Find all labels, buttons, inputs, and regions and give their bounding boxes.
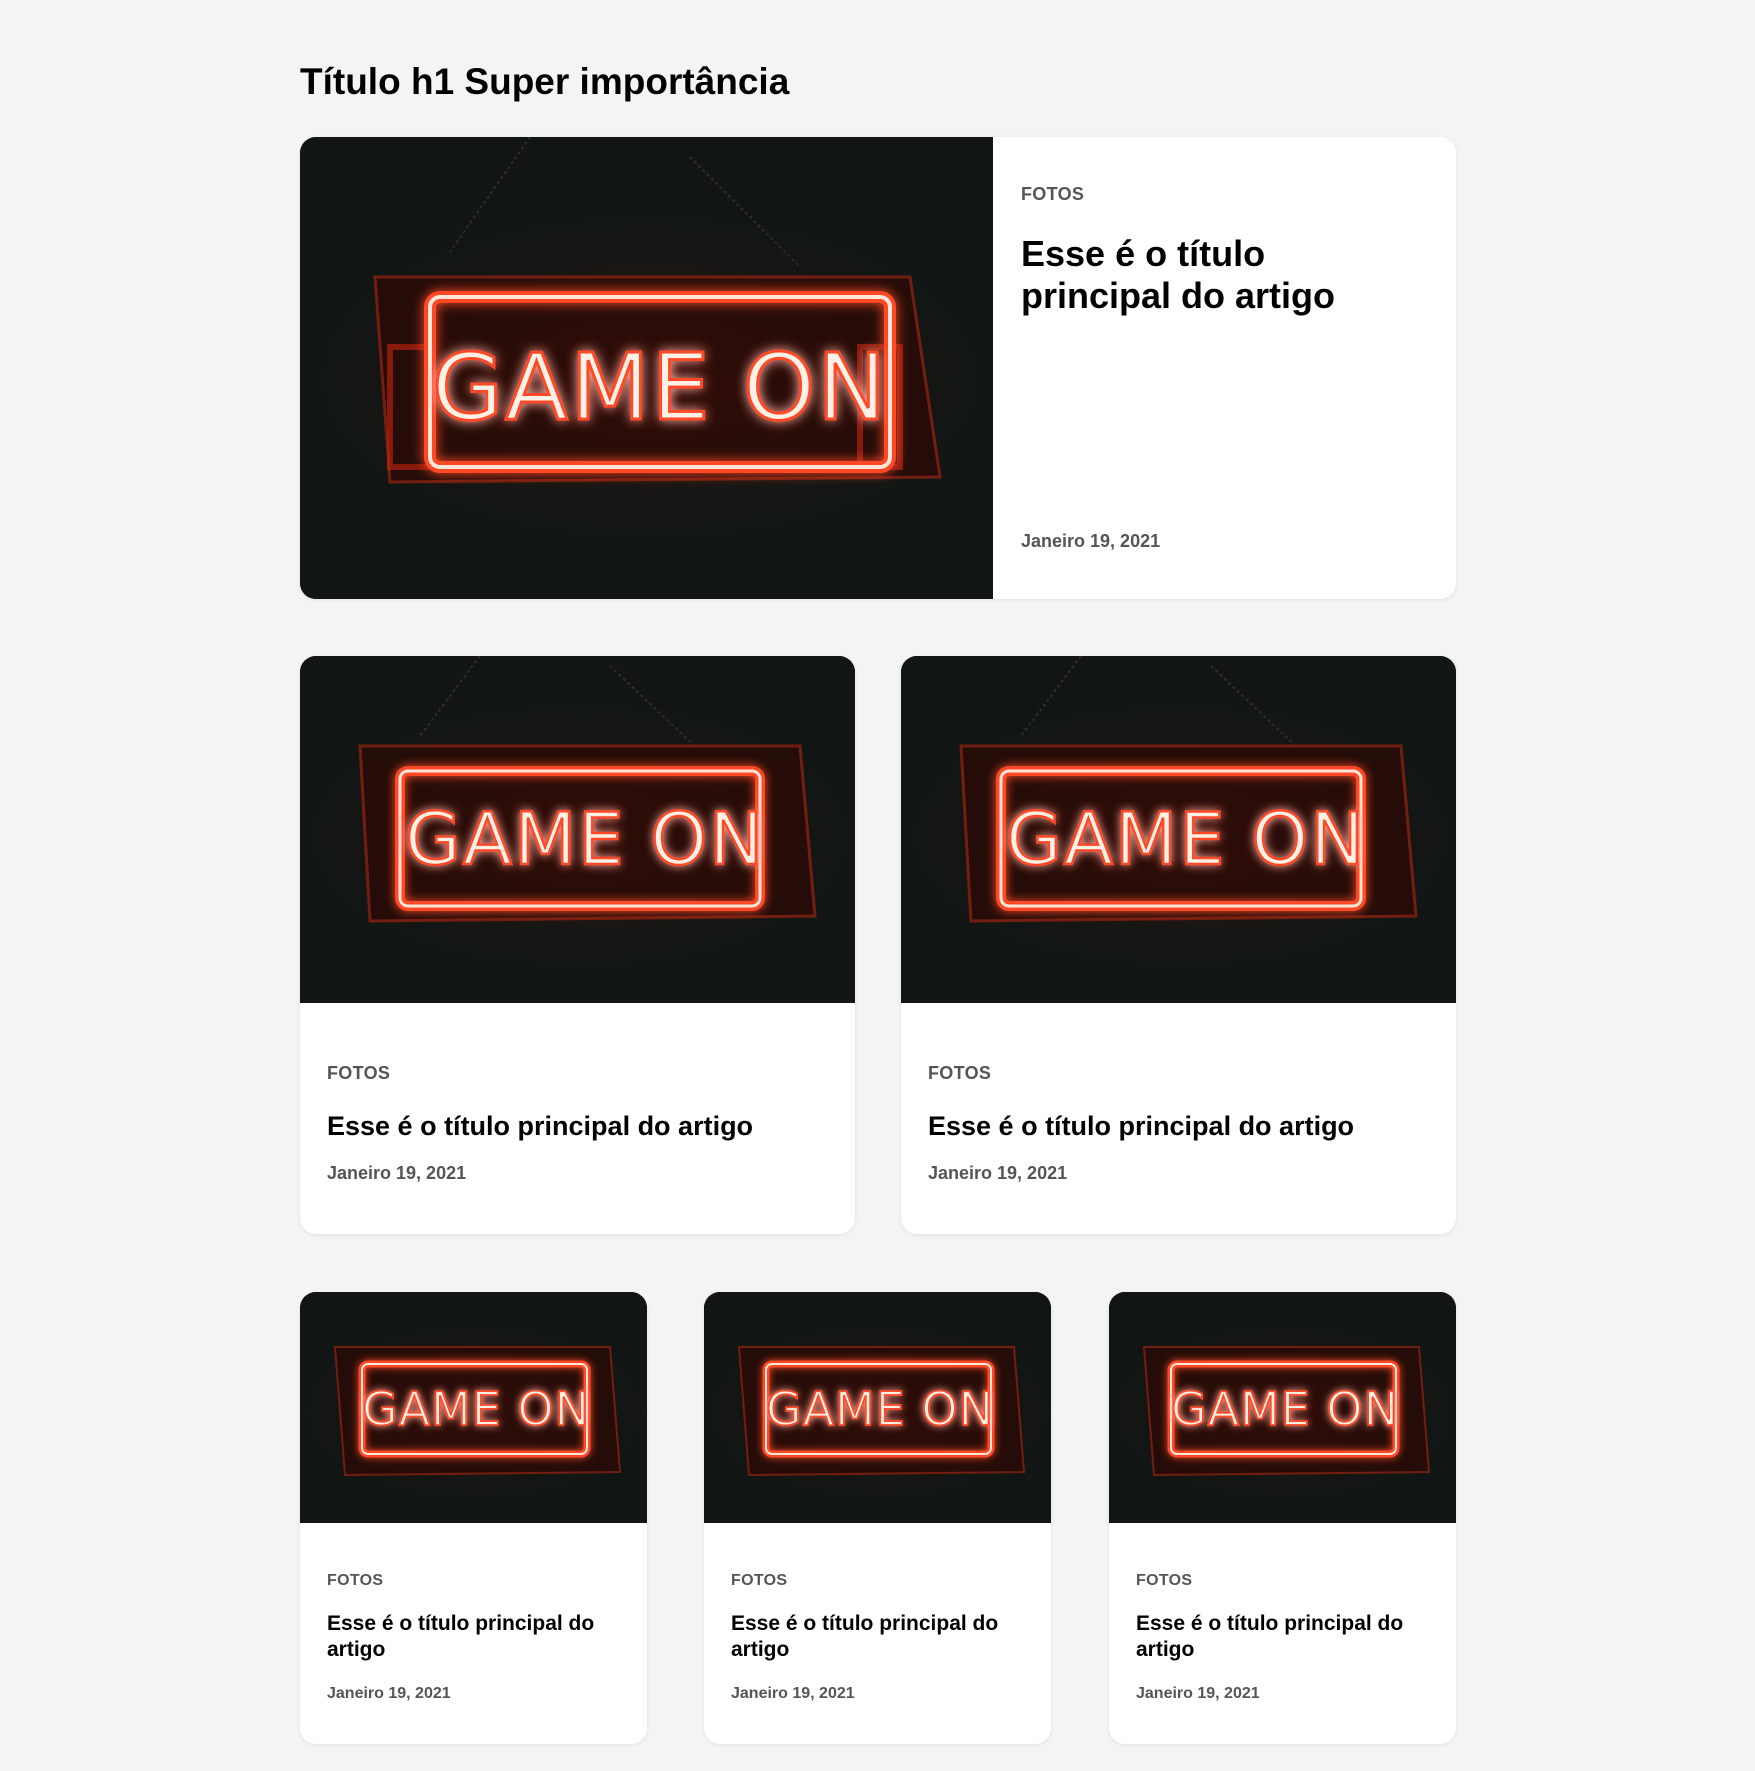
article-category[interactable]: FOTOS xyxy=(1021,184,1084,205)
article-card[interactable]: GAME ON FOTOS Esse é o título principal … xyxy=(901,656,1456,1234)
sign-text: GAME ON xyxy=(766,1382,994,1436)
article-category[interactable]: FOTOS xyxy=(731,1572,787,1590)
article-title[interactable]: Esse é o título principal do artigo xyxy=(731,1611,1026,1663)
article-card[interactable]: GAME ON FOTOS Esse é o título principal … xyxy=(300,1292,647,1744)
neon-sign-image: GAME ON xyxy=(300,137,993,599)
featured-article-card[interactable]: GAME ON FOTOS Esse é o título principal … xyxy=(300,137,1456,599)
sign-text: GAME ON xyxy=(1171,1382,1399,1436)
article-category[interactable]: FOTOS xyxy=(928,1063,991,1084)
article-date: Janeiro 19, 2021 xyxy=(327,1163,467,1183)
neon-sign-image: GAME ON xyxy=(300,1292,647,1523)
sign-text: GAME ON xyxy=(432,334,888,441)
neon-sign-image: GAME ON xyxy=(901,656,1456,1003)
article-title[interactable]: Esse é o título principal do artigo xyxy=(928,1110,1354,1142)
article-date: Janeiro 19, 2021 xyxy=(327,1685,451,1702)
article-body: FOTOS Esse é o título principal do artig… xyxy=(1021,137,1431,599)
article-image: GAME ON xyxy=(300,137,993,599)
sign-text: GAME ON xyxy=(1006,797,1366,881)
sign-text: GAME ON xyxy=(405,797,765,881)
article-date: Janeiro 19, 2021 xyxy=(928,1163,1068,1183)
article-category[interactable]: FOTOS xyxy=(327,1572,383,1590)
article-card[interactable]: GAME ON FOTOS Esse é o título principal … xyxy=(1109,1292,1456,1744)
article-image: GAME ON xyxy=(704,1292,1051,1523)
article-date: Janeiro 19, 2021 xyxy=(1021,531,1161,551)
sign-text: GAME ON xyxy=(362,1382,590,1436)
article-image: GAME ON xyxy=(300,656,855,1003)
article-image: GAME ON xyxy=(901,656,1456,1003)
neon-sign-image: GAME ON xyxy=(300,656,855,1003)
neon-sign-image: GAME ON xyxy=(704,1292,1051,1523)
article-title[interactable]: Esse é o título principal do artigo xyxy=(327,1611,622,1663)
page-title: Título h1 Super importância xyxy=(300,61,790,102)
article-date: Janeiro 19, 2021 xyxy=(731,1685,855,1702)
article-title[interactable]: Esse é o título principal do artigo xyxy=(327,1110,753,1142)
article-date: Janeiro 19, 2021 xyxy=(1136,1685,1260,1702)
neon-sign-image: GAME ON xyxy=(1109,1292,1456,1523)
article-title[interactable]: Esse é o título principal do artigo xyxy=(1136,1611,1431,1663)
article-category[interactable]: FOTOS xyxy=(327,1063,390,1084)
article-image: GAME ON xyxy=(300,1292,647,1523)
article-card[interactable]: GAME ON FOTOS Esse é o título principal … xyxy=(300,656,855,1234)
article-category[interactable]: FOTOS xyxy=(1136,1572,1192,1590)
article-title[interactable]: Esse é o título principal do artigo xyxy=(1021,233,1421,317)
article-card[interactable]: GAME ON FOTOS Esse é o título principal … xyxy=(704,1292,1051,1744)
article-image: GAME ON xyxy=(1109,1292,1456,1523)
